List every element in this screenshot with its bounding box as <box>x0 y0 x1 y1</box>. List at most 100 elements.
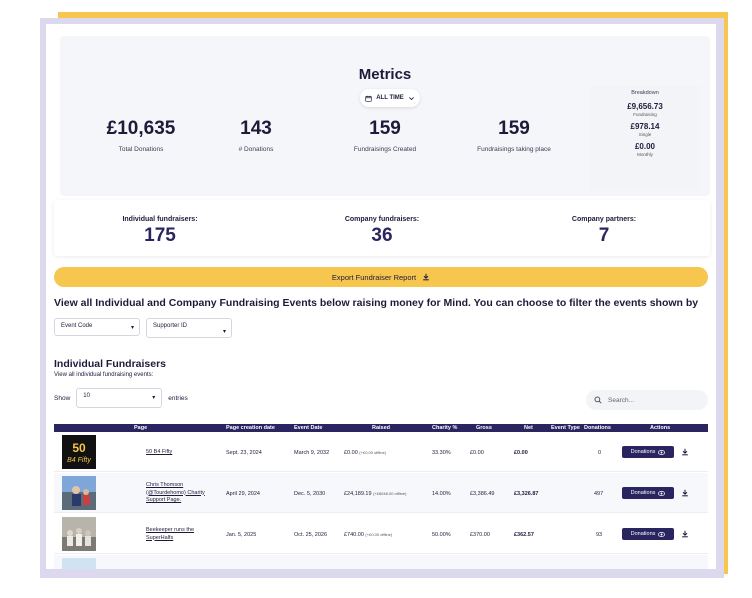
column-header-page: Page <box>134 425 148 431</box>
raised-offline: (+£0.00 offline) <box>359 450 387 455</box>
breakdown-value: £978.14 <box>630 122 660 131</box>
supporter-id-label: Supporter ID <box>153 323 188 329</box>
fundraiser-thumbnail <box>62 517 96 551</box>
entries-label: entries <box>168 394 188 402</box>
donations-button[interactable]: Donations <box>622 487 674 499</box>
charity-percent: 33.30% <box>432 450 451 456</box>
column-header-donations: Donations <box>584 425 611 431</box>
column-header-actions: Actions <box>650 425 671 431</box>
donations-button[interactable]: Donations <box>622 528 674 540</box>
entries-select[interactable]: 10 ▾ <box>76 388 163 408</box>
stat-label: Fundraisings Created <box>353 146 417 153</box>
charity-percent: 14.00% <box>432 491 451 497</box>
page-link[interactable]: 50 B4 Fifty <box>146 449 222 457</box>
time-filter-label: ALL TIME <box>376 95 404 101</box>
fundraiser-thumbnail <box>62 558 96 569</box>
supporter-id-select[interactable]: Supporter ID ▾ <box>146 318 232 338</box>
eye-icon <box>658 490 666 496</box>
gross-value: £370.00 <box>470 532 490 538</box>
page-link[interactable]: Beekeeper runs the SuperHalfs <box>146 527 222 542</box>
eye-icon <box>658 531 666 537</box>
download-icon[interactable] <box>681 489 689 497</box>
chevron-down-icon <box>408 96 414 100</box>
stat-total-donations: £10,635 Total Donations <box>76 118 206 153</box>
stat-value: 159 <box>369 118 401 139</box>
charity-percent: 50.00% <box>432 532 451 538</box>
page-link[interactable]: Chris Thomson (@Tourdehomo) Charity Supp… <box>146 482 222 505</box>
breakdown-value: £0.00 <box>634 142 656 151</box>
metrics-title: Metrics <box>358 66 412 83</box>
section-subtitle: View all individual fundraising events: <box>54 372 154 378</box>
individual-fundraisers-count: Individual fundraisers: 175 <box>80 216 240 247</box>
export-fundraiser-report-button[interactable]: Export Fundraiser Report <box>54 267 708 287</box>
gross-value: £3,386.49 <box>470 491 495 497</box>
download-icon[interactable] <box>681 448 689 456</box>
fundraiser-counts-panel: Individual fundraisers: 175 Company fund… <box>54 200 710 256</box>
event-date: March 9, 2032 <box>294 450 330 456</box>
donations-button-label: Donations <box>630 449 656 455</box>
donations-count: 0 <box>598 450 602 456</box>
count-value: 7 <box>598 225 610 246</box>
stat-label: Fundraisings taking place <box>477 146 551 153</box>
search-icon <box>594 396 602 404</box>
stat-value: 143 <box>240 118 272 139</box>
search-input[interactable]: Search... <box>586 390 708 410</box>
stat-label: Total Donations <box>118 146 164 153</box>
created-date: Jan. 5, 2025 <box>226 532 257 538</box>
svg-text:B4 Fifty: B4 Fifty <box>67 457 91 464</box>
dashboard-card: Metrics ALL TIME £10,635 Total Donations… <box>46 24 716 569</box>
column-header-gross: Gross <box>476 425 492 431</box>
raised-amount: £0.00 <box>344 450 358 456</box>
raised-value: £0.00 (+£0.00 offline) <box>344 450 386 456</box>
column-header-created: Page creation date <box>226 425 275 431</box>
count-label: Company partners: <box>571 216 637 223</box>
raised-amount: £24,189.19 <box>344 491 372 497</box>
download-icon[interactable] <box>681 530 689 538</box>
breakdown-panel: Breakdown £9,656.73 Fundraising £978.14 … <box>590 86 700 191</box>
breakdown-label: Fundraising <box>633 112 657 117</box>
raised-value: £740.00 (+£0.00 offline) <box>344 532 392 538</box>
breakdown-title: Breakdown <box>631 90 659 96</box>
created-date: Sept. 23, 2024 <box>226 450 262 456</box>
caret-down-icon: ▾ <box>222 329 226 335</box>
table-row: Beekeeper runs the SuperHalfs Jan. 5, 20… <box>54 514 708 554</box>
intro-text: View all Individual and Company Fundrais… <box>54 297 699 309</box>
raised-value: £24,189.19 (+£6048.00 offline) <box>344 491 406 497</box>
breakdown-value: £9,656.73 <box>627 102 663 111</box>
breakdown-label: Monthly <box>637 152 653 157</box>
count-label: Individual fundraisers: <box>122 216 198 223</box>
raised-offline: (+£6048.00 offline) <box>373 491 407 496</box>
entries-value: 10 <box>83 393 90 399</box>
stat-donation-count: 143 # Donations <box>191 118 321 153</box>
column-header-event-type: Event Type <box>551 425 580 431</box>
count-value: 36 <box>371 225 393 246</box>
table-row <box>54 555 708 569</box>
download-icon <box>423 273 429 281</box>
count-value: 175 <box>144 225 176 246</box>
company-fundraisers-count: Company fundraisers: 36 <box>302 216 462 247</box>
company-partners-count: Company partners: 7 <box>524 216 684 247</box>
table-row: Chris Thomson (@Tourdehomo) Charity Supp… <box>54 473 708 513</box>
net-value: £3,326.87 <box>514 491 539 497</box>
event-code-select[interactable]: Event Code ▾ <box>54 318 140 336</box>
section-title: Individual Fundraisers <box>54 358 167 370</box>
breakdown-label: Single <box>638 132 652 137</box>
fundraiser-thumbnail <box>62 476 96 510</box>
donations-button-label: Donations <box>630 490 656 496</box>
raised-amount: £740.00 <box>344 532 364 538</box>
stat-value: £10,635 <box>106 118 176 139</box>
donations-button[interactable]: Donations <box>622 446 674 458</box>
donations-button-label: Donations <box>630 531 656 537</box>
column-header-raised: Raised <box>372 425 391 431</box>
column-header-event-date: Event Date <box>294 425 323 431</box>
net-value: £362.57 <box>514 532 534 538</box>
time-filter-button[interactable]: ALL TIME <box>360 89 420 107</box>
donations-count: 497 <box>594 491 604 497</box>
count-label: Company fundraisers: <box>344 216 420 223</box>
column-header-charity: Charity % <box>432 425 458 431</box>
stat-value: 159 <box>498 118 530 139</box>
svg-text:50: 50 <box>72 441 86 455</box>
search-placeholder: Search... <box>608 396 635 404</box>
fundraiser-thumbnail: 50 B4 Fifty <box>62 435 96 469</box>
table-header: Page Page creation date Event Date Raise… <box>54 424 708 432</box>
